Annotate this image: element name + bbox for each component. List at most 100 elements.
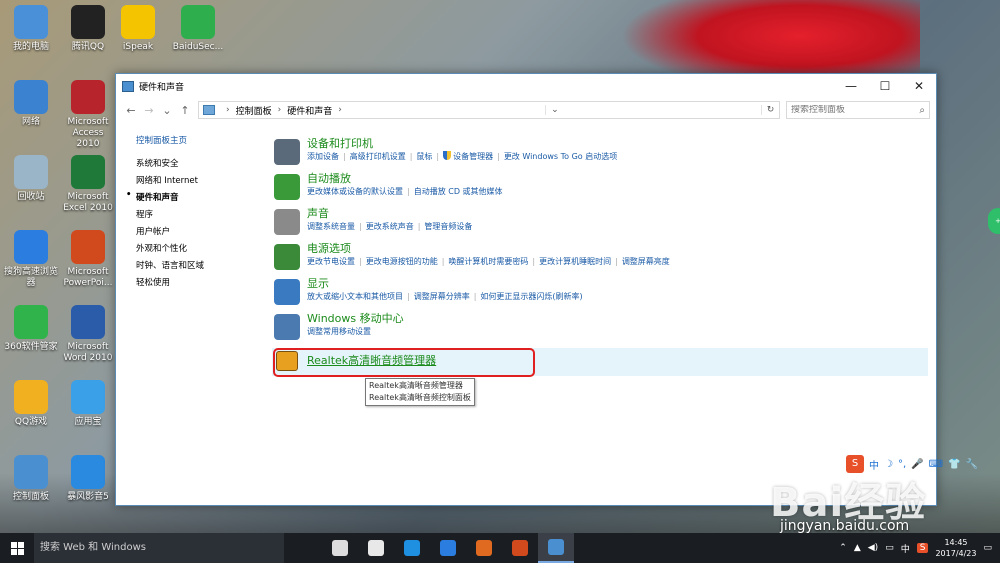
desktop-icon[interactable]: 网络	[3, 80, 59, 128]
category-link[interactable]: 调整系统音量	[307, 222, 355, 231]
category-title[interactable]: 自动播放	[307, 172, 934, 186]
taskbar-app-control-panel[interactable]	[538, 533, 574, 563]
desktop-icon[interactable]: iSpeak	[110, 5, 166, 53]
desktop-icon[interactable]: BaiduSec...	[170, 5, 226, 53]
category-link[interactable]: 调整屏幕分辨率	[414, 292, 470, 301]
category-link[interactable]: 调整屏幕亮度	[622, 257, 670, 266]
category-link[interactable]: 鼠标	[416, 152, 432, 161]
category-title[interactable]: 电源选项	[307, 242, 934, 256]
taskbar-app-fox-app[interactable]	[466, 533, 502, 563]
powerpoint-icon	[512, 540, 528, 556]
ime-tool-icon[interactable]: 🎤	[911, 459, 923, 470]
category-link[interactable]: 更改计算机睡眠时间	[539, 257, 611, 266]
highlight-box	[273, 348, 535, 377]
action-center-icon[interactable]: ▭	[983, 543, 992, 553]
category-link[interactable]: 管理音频设备	[424, 222, 472, 231]
desktop-icon[interactable]: QQ游戏	[3, 380, 59, 428]
category-link[interactable]: 更改 Windows To Go 启动选项	[504, 152, 617, 161]
taskbar-app-sogou-browser[interactable]	[430, 533, 466, 563]
desktop-icon[interactable]: 我的电脑	[3, 5, 59, 53]
floating-side-button[interactable]: +	[988, 208, 1000, 234]
tray-ime-indicator[interactable]: 中	[901, 542, 910, 555]
category-link[interactable]: 更改电源按钮的功能	[366, 257, 438, 266]
desktop-icon[interactable]: 控制面板	[3, 455, 59, 503]
breadcrumb-control-panel[interactable]: 控制面板	[236, 104, 272, 117]
category-link[interactable]: 唤醒计算机时需要密码	[448, 257, 528, 266]
desktop-icon[interactable]: Microsoft Word 2010	[60, 305, 116, 364]
desktop-icon[interactable]: Microsoft Excel 2010	[60, 155, 116, 214]
tooltip-line: Realtek高清晰音频控制面板	[369, 393, 471, 402]
taskbar-app-powerpoint[interactable]	[502, 533, 538, 563]
ime-tool-icon[interactable]: 🔧	[966, 459, 978, 470]
ime-tool-icon[interactable]: 👕	[948, 459, 960, 470]
volume-icon[interactable]: ◀)	[868, 543, 878, 553]
category-title[interactable]: 显示	[307, 277, 934, 291]
category-title[interactable]: 声音	[307, 207, 934, 221]
forward-arrow-icon[interactable]: →	[140, 104, 158, 117]
taskbar-app-edge[interactable]	[394, 533, 430, 563]
close-button[interactable]: ✕	[902, 74, 936, 98]
up-arrow-icon[interactable]: ↑	[176, 104, 194, 117]
address-bar[interactable]: › 控制面板 › 硬件和声音 › ⌄ ↻	[198, 101, 780, 119]
taskbar-app-task-view[interactable]	[322, 533, 358, 563]
desktop-icon[interactable]: 暴风影音5	[60, 455, 116, 503]
network-icon[interactable]: ▲	[854, 543, 861, 553]
search-input[interactable]	[791, 105, 920, 115]
ime-tool-icon[interactable]: ☽	[884, 459, 893, 470]
desktop-icon[interactable]: Microsoft Access 2010	[60, 80, 116, 150]
category-link[interactable]: 设备管理器	[453, 152, 493, 161]
nav-item[interactable]: 程序	[136, 208, 256, 225]
taskbar-search[interactable]: 搜索 Web 和 Windows	[34, 533, 284, 563]
nav-item[interactable]: 网络和 Internet	[136, 174, 256, 191]
desktop-icon[interactable]: 腾讯QQ	[60, 5, 116, 53]
printer-icon	[274, 139, 300, 165]
nav-item[interactable]: 系统和安全	[136, 157, 256, 174]
link-separator: |	[343, 152, 346, 161]
nav-item[interactable]: 硬件和声音	[126, 190, 256, 208]
desktop-icon[interactable]: 搜狗高速浏览器	[3, 230, 59, 289]
desktop-icon[interactable]: Microsoft PowerPoi...	[60, 230, 116, 289]
nav-item[interactable]: 时钟、语言和区域	[136, 259, 256, 276]
app-icon	[14, 380, 48, 414]
nav-item[interactable]: 用户帐户	[136, 225, 256, 242]
back-arrow-icon[interactable]: ←	[122, 104, 140, 117]
search-box[interactable]: ⌕	[786, 101, 930, 119]
category-link[interactable]: 添加设备	[307, 152, 339, 161]
category-title[interactable]: 设备和打印机	[307, 137, 934, 151]
notifications-icon[interactable]: ▭	[885, 543, 894, 553]
clock-date: 2017/4/23	[935, 549, 977, 558]
minimize-button[interactable]: —	[834, 74, 868, 98]
edge-icon	[404, 540, 420, 556]
address-dropdown-icon[interactable]: ⌄	[545, 105, 563, 115]
category-link[interactable]: 高级打印机设置	[350, 152, 406, 161]
category-link[interactable]: 放大或缩小文本和其他项目	[307, 292, 403, 301]
ime-tool-icon[interactable]: °,	[898, 459, 906, 470]
nav-item[interactable]: 轻松使用	[136, 276, 256, 293]
desktop-icon[interactable]: 360软件管家	[3, 305, 59, 353]
refresh-icon[interactable]: ↻	[760, 105, 779, 115]
category-link[interactable]: 自动播放 CD 或其他媒体	[414, 187, 503, 196]
start-button[interactable]	[0, 533, 34, 563]
category-link[interactable]: 更改媒体或设备的默认设置	[307, 187, 403, 196]
category: Windows 移动中心 调整常用移动设置	[274, 312, 934, 347]
category-link[interactable]: 调整常用移动设置	[307, 327, 371, 336]
taskbar-app-fan-app[interactable]	[358, 533, 394, 563]
clock[interactable]: 14:45 2017/4/23	[935, 537, 976, 559]
tray-chevron-icon[interactable]: ⌃	[839, 543, 847, 553]
nav-item[interactable]: 外观和个性化	[136, 242, 256, 259]
maximize-button[interactable]: ☐	[868, 74, 902, 98]
search-icon[interactable]: ⌕	[919, 105, 925, 116]
category-title[interactable]: Windows 移动中心	[307, 312, 934, 326]
category: 声音 调整系统音量 | 更改系统声音 | 管理音频设备	[274, 207, 934, 242]
window-titlebar[interactable]: 硬件和声音 — ☐ ✕	[116, 74, 936, 98]
nav-control-panel-home[interactable]: 控制面板主页	[136, 134, 256, 151]
desktop-icon[interactable]: 回收站	[3, 155, 59, 203]
desktop-icon[interactable]: 应用宝	[60, 380, 116, 428]
breadcrumb-hardware-sound[interactable]: 硬件和声音	[287, 104, 332, 117]
category-link[interactable]: 更改系统声音	[366, 222, 414, 231]
recent-pages-chevron-icon[interactable]: ⌄	[158, 104, 176, 117]
category-link[interactable]: 更改节电设置	[307, 257, 355, 266]
ime-tool-icon[interactable]: ⌨	[929, 459, 943, 470]
sogou-tray-icon[interactable]: S	[916, 543, 929, 553]
category-link[interactable]: 如何更正显示器闪烁(刷新率)	[480, 292, 582, 301]
